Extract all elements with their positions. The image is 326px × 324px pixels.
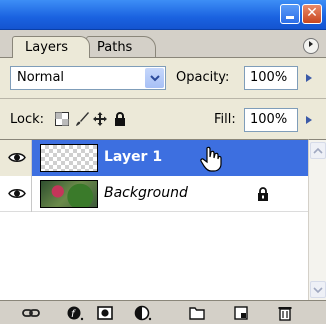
- blend-mode-select[interactable]: Normal: [10, 66, 166, 90]
- chevron-up-icon: [313, 147, 323, 154]
- folder-icon[interactable]: [188, 305, 206, 321]
- opacity-input[interactable]: 100%: [244, 66, 298, 90]
- lock-pixels-brush-icon[interactable]: [74, 111, 90, 127]
- tab-layers[interactable]: Layers: [12, 36, 90, 58]
- lock-position-move-icon[interactable]: [92, 111, 108, 127]
- eye-icon: [8, 189, 26, 198]
- close-button[interactable]: ✕: [302, 4, 322, 24]
- layer-row-background[interactable]: Background: [0, 176, 308, 212]
- layers-list: Layer 1 Background: [0, 139, 308, 300]
- triangle-right-icon: [306, 74, 312, 82]
- title-bar[interactable]: ✕: [0, 0, 326, 30]
- layer-options: Normal Opacity: 100% Lock: Fill: 100%: [0, 57, 326, 139]
- tab-bar: Paths Layers: [0, 30, 326, 58]
- opacity-label: Opacity:: [176, 70, 230, 85]
- triangle-right-icon: [306, 116, 312, 124]
- layer-name[interactable]: Background: [104, 185, 188, 201]
- chevron-down-icon: [313, 287, 323, 294]
- layers-bottom-toolbar: f: [0, 300, 326, 324]
- layer-name[interactable]: Layer 1: [104, 149, 162, 165]
- new-layer-icon[interactable]: [232, 305, 250, 321]
- layer-thumbnail: [40, 144, 98, 172]
- layer-thumbnail: [40, 180, 98, 208]
- lock-all-icon[interactable]: [112, 111, 128, 127]
- blend-mode-value: Normal: [17, 70, 65, 85]
- scroll-up-button[interactable]: [310, 142, 326, 159]
- minimize-button[interactable]: [280, 4, 300, 24]
- layers-scrollbar[interactable]: [308, 139, 326, 300]
- triangle-right-icon: [309, 41, 313, 47]
- chevron-down-icon[interactable]: [145, 68, 164, 88]
- lock-transparency-icon[interactable]: [54, 111, 70, 127]
- fill-slider-button[interactable]: [300, 108, 318, 132]
- scroll-down-button[interactable]: [310, 281, 326, 298]
- add-mask-icon[interactable]: [96, 305, 114, 321]
- layer-row-layer-1[interactable]: Layer 1: [0, 140, 308, 176]
- lock-label: Lock:: [10, 112, 45, 127]
- minimize-icon: [286, 16, 294, 19]
- tab-paths[interactable]: Paths: [86, 36, 156, 58]
- fill-input[interactable]: 100%: [244, 108, 298, 132]
- eye-icon: [8, 153, 26, 162]
- visibility-toggle[interactable]: [0, 176, 32, 212]
- layer-style-icon[interactable]: f: [66, 305, 84, 321]
- layers-panel: ✕ Paths Layers Normal Opacity: 100% Lock…: [0, 0, 326, 324]
- adjustment-layer-icon[interactable]: [134, 305, 152, 321]
- link-icon[interactable]: [22, 305, 40, 321]
- lock-icon: [258, 187, 268, 201]
- hand-cursor-icon: [200, 146, 222, 172]
- fill-label: Fill:: [214, 112, 236, 127]
- trash-icon[interactable]: [276, 305, 294, 321]
- opacity-slider-button[interactable]: [300, 66, 318, 90]
- visibility-toggle[interactable]: [0, 140, 32, 176]
- options-divider: [0, 98, 326, 99]
- panel-menu-button[interactable]: [303, 38, 319, 54]
